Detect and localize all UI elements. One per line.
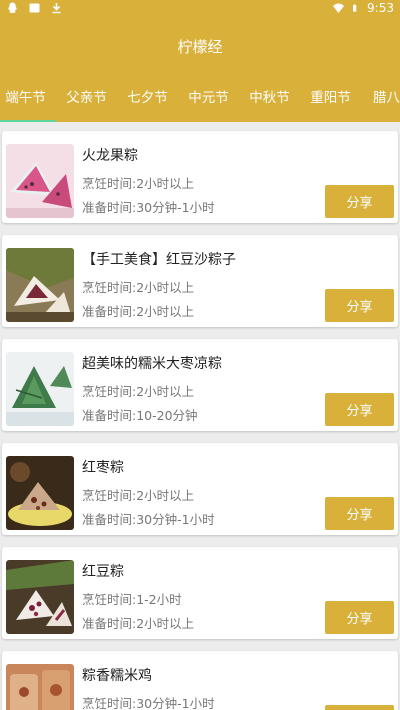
cook-time: 烹饪时间:2小时以上 <box>82 488 195 503</box>
page-title: 柠檬经 <box>177 37 223 56</box>
recipe-card[interactable]: 超美味的糯米大枣凉粽 烹饪时间:2小时以上 准备时间:10-20分钟 分享 <box>2 339 398 431</box>
tab-mid-autumn[interactable]: 中秋节 <box>239 76 300 120</box>
tab-zhongyuan[interactable]: 中元节 <box>178 76 239 120</box>
qq-icon <box>8 2 17 13</box>
cook-time: 烹饪时间:2小时以上 <box>82 384 195 399</box>
share-button[interactable]: 分享 <box>325 289 394 322</box>
status-bar: 9:53 <box>0 0 400 16</box>
prep-time: 准备时间:2小时以上 <box>82 304 195 319</box>
cook-time: 烹饪时间:1-2小时 <box>82 592 182 607</box>
download-icon <box>52 3 61 14</box>
recipe-title: 超美味的糯米大枣凉粽 <box>82 356 222 372</box>
recipe-card[interactable]: 火龙果粽 烹饪时间:2小时以上 准备时间:30分钟-1小时 分享 <box>2 131 398 223</box>
red-bean-zongzi-photo <box>6 248 74 322</box>
recipe-title: 粽香糯米鸡 <box>82 668 152 684</box>
tab-duanwu[interactable]: 端午节 <box>0 76 56 120</box>
sticky-rice-chicken-photo <box>6 664 74 710</box>
share-button[interactable]: 分享 <box>325 601 394 634</box>
tab-fathers-day[interactable]: 父亲节 <box>56 76 117 120</box>
recipe-title: 火龙果粽 <box>82 148 138 164</box>
cook-time: 烹饪时间:30分钟-1小时 <box>82 696 215 710</box>
app-header: 柠檬经 <box>0 16 400 76</box>
category-tabs: 端午节 父亲节 七夕节 中元节 中秋节 重阳节 腊八 <box>0 76 400 122</box>
prep-time: 准备时间:10-20分钟 <box>82 408 198 423</box>
prep-time: 准备时间:2小时以上 <box>82 616 195 631</box>
red-bean-zongzi-photo <box>6 560 74 634</box>
recipe-card[interactable]: 粽香糯米鸡 烹饪时间:30分钟-1小时 分享 <box>2 651 398 710</box>
recipe-title: 红枣粽 <box>82 460 124 476</box>
status-time: 9:53 <box>367 1 394 15</box>
recipe-title: 【手工美食】红豆沙粽子 <box>82 252 236 268</box>
recipe-card[interactable]: 红枣粽 烹饪时间:2小时以上 准备时间:30分钟-1小时 分享 <box>2 443 398 535</box>
green-zongzi-photo <box>6 352 74 426</box>
battery-icon <box>353 4 357 12</box>
share-button[interactable]: 分享 <box>325 497 394 530</box>
wifi-icon <box>333 3 345 13</box>
recipe-card[interactable]: 红豆粽 烹饪时间:1-2小时 准备时间:2小时以上 分享 <box>2 547 398 639</box>
tab-qixi[interactable]: 七夕节 <box>117 76 178 120</box>
recipe-title: 红豆粽 <box>82 564 124 580</box>
cook-time: 烹饪时间:2小时以上 <box>82 176 195 191</box>
tab-laba[interactable]: 腊八 <box>361 76 400 120</box>
share-button[interactable]: 分享 <box>325 393 394 426</box>
cook-time: 烹饪时间:2小时以上 <box>82 280 195 295</box>
pink-zongzi-photo <box>6 144 74 218</box>
tab-chongyang[interactable]: 重阳节 <box>300 76 361 120</box>
prep-time: 准备时间:30分钟-1小时 <box>82 200 215 215</box>
prep-time: 准备时间:30分钟-1小时 <box>82 512 215 527</box>
share-button[interactable]: 分享 <box>325 185 394 218</box>
recipe-card[interactable]: 【手工美食】红豆沙粽子 烹饪时间:2小时以上 准备时间:2小时以上 分享 <box>2 235 398 327</box>
share-button[interactable]: 分享 <box>325 705 394 710</box>
notification-icon <box>29 3 40 13</box>
selected-tab-indicator <box>0 120 56 122</box>
date-zongzi-photo <box>6 456 74 530</box>
